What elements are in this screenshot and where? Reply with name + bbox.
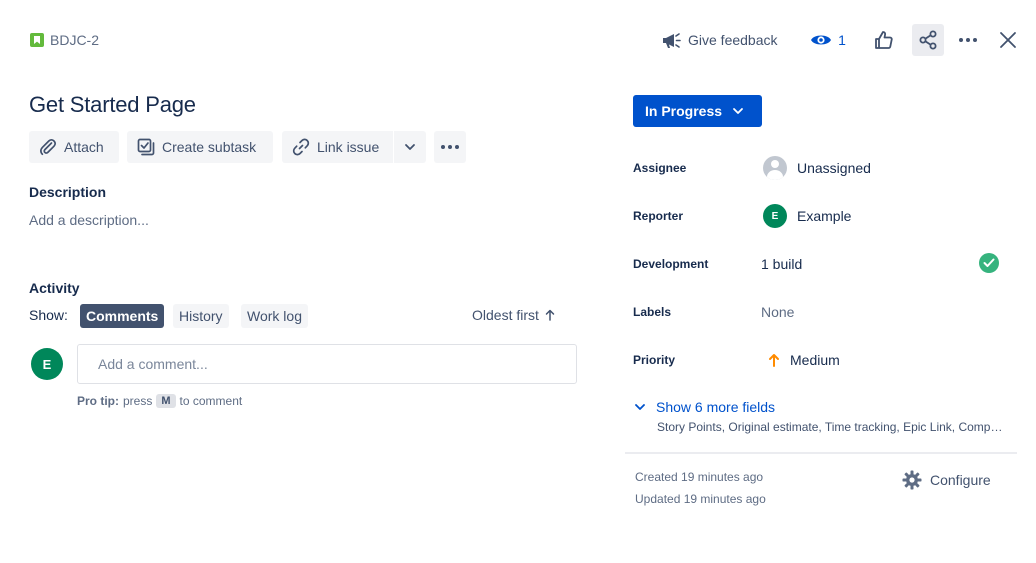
share-button[interactable] <box>912 24 944 56</box>
status-transition-button[interactable]: In Progress <box>633 95 762 127</box>
tab-work-log[interactable]: Work log <box>241 304 308 328</box>
pro-tip-suffix: to comment <box>179 394 243 408</box>
create-subtask-label: Create subtask <box>162 139 257 155</box>
development-builds-link[interactable]: 1 build <box>761 256 802 272</box>
create-subtask-button[interactable]: Create subtask <box>127 131 273 163</box>
comment-input[interactable] <box>77 344 577 384</box>
activity-heading: Activity <box>29 280 80 296</box>
watch-button[interactable]: 1 <box>808 24 848 56</box>
thumbs-up-icon <box>874 30 894 50</box>
link-icon <box>292 138 310 156</box>
sort-order-label: Oldest first <box>472 307 539 323</box>
labels-field[interactable]: None <box>761 304 794 320</box>
megaphone-icon <box>660 30 682 50</box>
link-issue-dropdown-button[interactable] <box>394 131 426 163</box>
check-circle-icon <box>979 253 999 273</box>
share-icon <box>918 30 938 50</box>
chevron-down-icon <box>732 107 744 115</box>
like-button[interactable] <box>868 24 900 56</box>
reporter-field[interactable]: E Example <box>763 204 851 228</box>
description-heading: Description <box>29 184 107 200</box>
pro-tip-label: Pro tip: <box>77 394 119 408</box>
reporter-avatar: E <box>763 204 787 228</box>
close-button[interactable] <box>992 24 1024 56</box>
show-more-fields-button[interactable]: Show 6 more fields <box>634 399 775 415</box>
more-horizontal-icon <box>958 37 978 43</box>
pro-tip: Pro tip: press M to comment <box>77 394 242 408</box>
close-icon <box>999 31 1017 49</box>
labels-label: Labels <box>633 305 672 319</box>
more-fields-summary: Story Points, Original estimate, Time tr… <box>657 420 1007 434</box>
created-timestamp: Created 19 minutes ago <box>635 470 764 484</box>
priority-field[interactable]: Medium <box>768 352 840 368</box>
subtask-icon <box>137 138 155 156</box>
assignee-field[interactable]: Unassigned <box>763 156 871 180</box>
description-editor[interactable]: Add a description... <box>29 212 149 228</box>
show-more-fields-label: Show 6 more fields <box>656 399 776 415</box>
more-actions-button[interactable] <box>952 24 984 56</box>
tab-comments[interactable]: Comments <box>80 304 165 328</box>
priority-label: Priority <box>633 353 676 367</box>
issue-toolbar: Give feedback 1 <box>636 24 1036 56</box>
pro-tip-press: press <box>123 394 153 408</box>
reporter-value: Example <box>797 208 852 224</box>
show-label: Show: <box>29 307 68 323</box>
link-issue-label: Link issue <box>317 139 380 155</box>
divider <box>625 452 1017 454</box>
keyboard-shortcut-key: M <box>156 394 176 408</box>
arrow-up-icon <box>545 309 555 321</box>
link-issue-button[interactable]: Link issue <box>282 131 393 163</box>
unassigned-avatar-icon <box>763 156 787 180</box>
assignee-value: Unassigned <box>797 160 871 176</box>
avatar: E <box>31 348 63 380</box>
attach-label: Attach <box>64 139 104 155</box>
gear-icon <box>902 470 922 490</box>
configure-label: Configure <box>930 472 991 488</box>
priority-value: Medium <box>790 352 840 368</box>
status-label: In Progress <box>645 103 723 119</box>
updated-timestamp: Updated 19 minutes ago <box>635 492 766 506</box>
chevron-down-icon <box>634 403 646 411</box>
reporter-label: Reporter <box>633 209 684 223</box>
tab-history[interactable]: History <box>173 304 229 328</box>
more-issue-actions-button[interactable] <box>434 131 466 163</box>
chevron-down-icon <box>404 143 416 151</box>
give-feedback-button[interactable]: Give feedback <box>656 24 782 56</box>
issue-key[interactable]: BDJC-2 <box>50 32 99 48</box>
eye-icon <box>810 32 832 48</box>
issue-title[interactable]: Get Started Page <box>29 92 196 118</box>
development-label: Development <box>633 257 709 271</box>
paperclip-icon <box>39 138 57 156</box>
sort-order-button[interactable]: Oldest first <box>472 307 555 323</box>
more-horizontal-icon <box>440 144 460 150</box>
assignee-label: Assignee <box>633 161 687 175</box>
story-icon <box>30 33 44 47</box>
give-feedback-label: Give feedback <box>688 32 778 48</box>
arrow-up-icon <box>768 353 780 367</box>
attach-button[interactable]: Attach <box>29 131 119 163</box>
configure-button[interactable]: Configure <box>902 470 991 490</box>
issue-key-breadcrumb[interactable]: BDJC-2 <box>30 31 99 49</box>
watch-count: 1 <box>838 32 846 48</box>
